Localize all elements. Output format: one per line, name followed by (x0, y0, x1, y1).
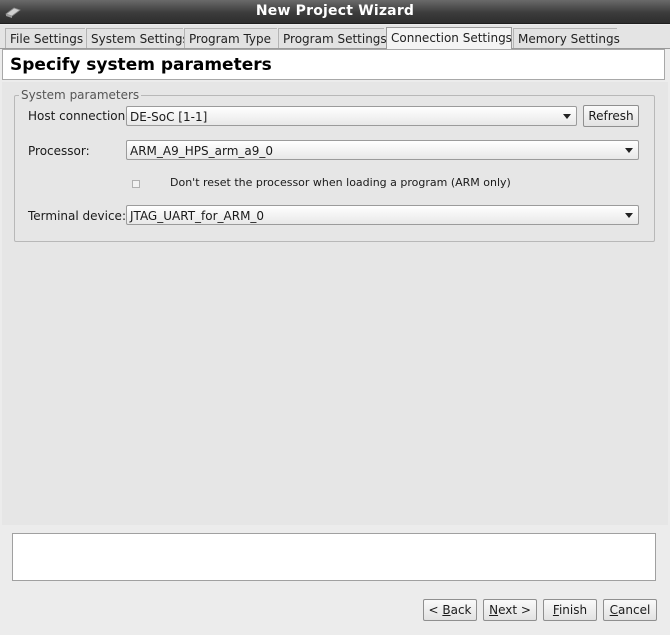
back-mnemonic: B (442, 603, 451, 617)
tab-connection-settings[interactable]: Connection Settings (386, 27, 512, 49)
tab-program-settings[interactable]: Program Settings (278, 28, 387, 48)
next-button[interactable]: Next > (483, 599, 537, 621)
processor-dropdown[interactable]: ARM_A9_HPS_arm_a9_0 (126, 140, 639, 160)
chevron-down-icon (625, 148, 633, 153)
terminal-device-dropdown[interactable]: JTAG_UART_for_ARM_0 (126, 205, 639, 225)
next-rest: ext > (498, 603, 531, 617)
tab-program-type[interactable]: Program Type (184, 28, 277, 48)
group-label: System parameters (19, 88, 142, 102)
window-titlebar[interactable]: New Project Wizard (0, 0, 670, 24)
back-rest: ack (450, 603, 472, 617)
main-panel: System parameters Host connection: DE-So… (2, 82, 668, 525)
terminal-device-value: JTAG_UART_for_ARM_0 (130, 209, 265, 223)
page-title: Specify system parameters (10, 55, 272, 75)
chevron-down-icon (563, 114, 571, 119)
tab-label: Memory Settings (518, 32, 620, 46)
tab-label: Program Type (189, 32, 272, 46)
tab-label: Connection Settings (391, 31, 512, 45)
next-mnemonic: N (489, 603, 499, 617)
tab-label: System Settings (91, 32, 189, 46)
finish-rest: inish (558, 603, 588, 617)
message-area (12, 533, 656, 581)
host-connection-value: DE-SoC [1-1] (130, 110, 208, 124)
cancel-rest: ancel (618, 603, 651, 617)
processor-value: ARM_A9_HPS_arm_a9_0 (130, 144, 274, 158)
cancel-button[interactable]: Cancel (603, 599, 657, 621)
host-connection-label: Host connection: (28, 109, 130, 123)
tab-label: File Settings (10, 32, 84, 46)
tab-bar: File Settings System Settings Program Ty… (0, 25, 670, 49)
no-reset-label: Don't reset the processor when loading a… (170, 176, 511, 189)
back-button[interactable]: < Back (423, 599, 477, 621)
refresh-button[interactable]: Refresh (583, 105, 639, 127)
no-reset-checkbox[interactable] (132, 180, 140, 188)
host-connection-dropdown[interactable]: DE-SoC [1-1] (126, 106, 577, 126)
tab-system-settings[interactable]: System Settings (86, 28, 189, 48)
finish-button[interactable]: Finish (543, 599, 597, 621)
page-header: Specify system parameters (2, 49, 665, 80)
processor-label: Processor: (28, 144, 90, 158)
system-parameters-group: System parameters Host connection: DE-So… (14, 88, 655, 242)
cancel-mnemonic: C (609, 603, 619, 617)
tab-file-settings[interactable]: File Settings (5, 28, 85, 48)
back-prefix: < (428, 603, 443, 617)
tab-label: Program Settings (283, 32, 387, 46)
chevron-down-icon (625, 213, 633, 218)
window-title: New Project Wizard (255, 3, 415, 19)
tab-memory-settings[interactable]: Memory Settings (513, 28, 620, 48)
terminal-device-label: Terminal device: (28, 209, 126, 223)
